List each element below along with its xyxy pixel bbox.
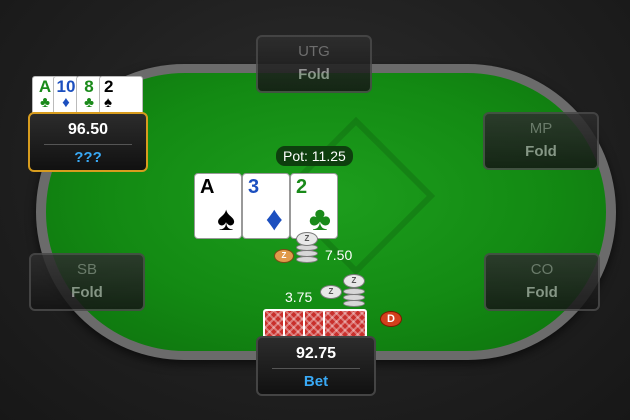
opponent-stack: 96.50	[67, 121, 109, 138]
pot-label: Pot: 11.25	[276, 146, 353, 166]
seat-action-label: Fold	[71, 284, 103, 301]
dealer-button-icon: D	[380, 311, 402, 327]
card-rank: 3	[248, 176, 260, 198]
opponent-status: ???	[74, 149, 102, 166]
seat-action-label: Fold	[526, 284, 558, 301]
hero-stack: 92.75	[295, 345, 337, 362]
hero-status: Bet	[303, 373, 329, 390]
card-rank: 2	[296, 176, 308, 198]
seat-utg: UTG Fold	[256, 35, 372, 93]
seat-position-label: CO	[530, 261, 554, 278]
spade-suit-icon: ♠	[104, 94, 112, 111]
club-suit-icon: ♣	[84, 94, 94, 111]
opponent-bet-chips: Z	[296, 232, 318, 264]
seat-position-label: SB	[76, 261, 97, 278]
hero-player-box[interactable]: 92.75 Bet	[256, 336, 376, 396]
opponent-player-box[interactable]: 96.50 ???	[28, 112, 148, 172]
card-rank: A	[200, 176, 215, 198]
opponent-bet-amount: 7.50	[325, 247, 353, 263]
hero-bet-chips: Z	[343, 274, 365, 308]
divider	[272, 368, 360, 369]
seat-position-label: MP	[529, 120, 553, 137]
board-card-3: 2 ♣	[290, 173, 338, 239]
spade-suit-icon: ♠	[216, 200, 235, 238]
seat-action-label: Fold	[525, 143, 557, 160]
chip-icon: Z	[320, 285, 342, 299]
chip-icon: Z	[274, 249, 294, 263]
board-card-1: A ♠	[194, 173, 242, 239]
seat-position-label: UTG	[298, 43, 330, 60]
divider	[44, 144, 132, 145]
hero-hole-card	[323, 309, 367, 339]
diamond-suit-icon: ♦	[62, 94, 70, 111]
seat-co: CO Fold	[484, 253, 600, 311]
hero-bet-amount: 3.75	[285, 289, 313, 305]
seat-mp: MP Fold	[483, 112, 599, 170]
diamond-suit-icon: ♦	[265, 200, 283, 238]
club-suit-icon: ♣	[308, 200, 331, 238]
seat-sb: SB Fold	[29, 253, 145, 311]
seat-action-label: Fold	[298, 66, 330, 83]
opponent-card-4: 2 ♠	[99, 76, 143, 116]
board-card-2: 3 ♦	[242, 173, 290, 239]
